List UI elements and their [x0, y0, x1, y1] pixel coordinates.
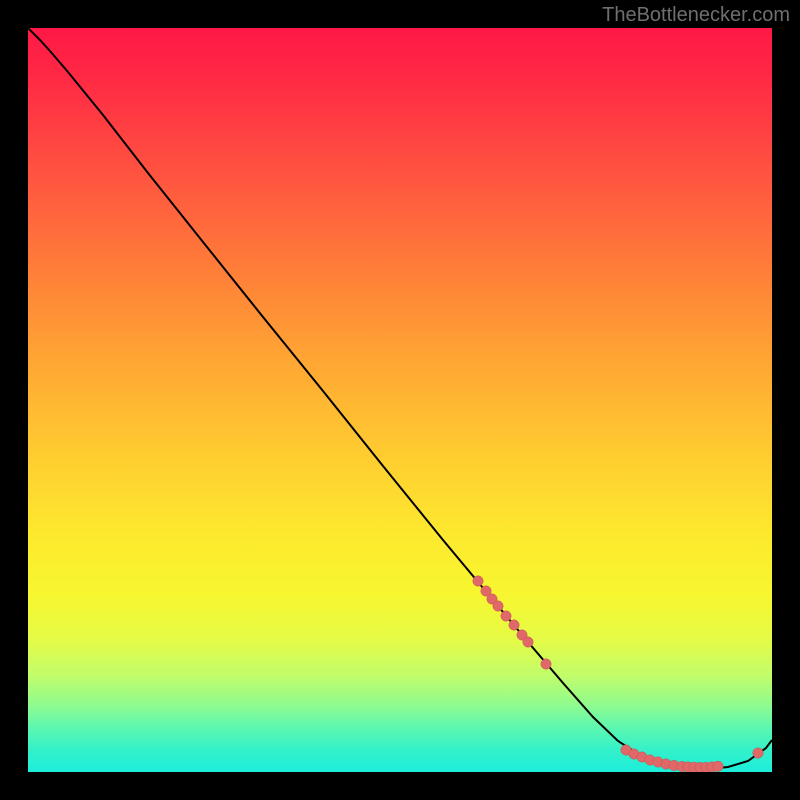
data-marker [493, 601, 503, 611]
bottleneck-curve [28, 28, 772, 769]
data-marker [523, 637, 533, 647]
data-marker [713, 761, 723, 771]
data-marker [753, 748, 763, 758]
plot-area [28, 28, 772, 772]
data-marker [509, 620, 519, 630]
data-marker [501, 611, 511, 621]
data-marker [473, 576, 483, 586]
data-marker [541, 659, 551, 669]
chart-stage: TheBottlenecker.com [0, 0, 800, 800]
curve-layer [28, 28, 772, 772]
attribution-text: TheBottlenecker.com [602, 4, 790, 27]
data-markers [473, 576, 763, 772]
